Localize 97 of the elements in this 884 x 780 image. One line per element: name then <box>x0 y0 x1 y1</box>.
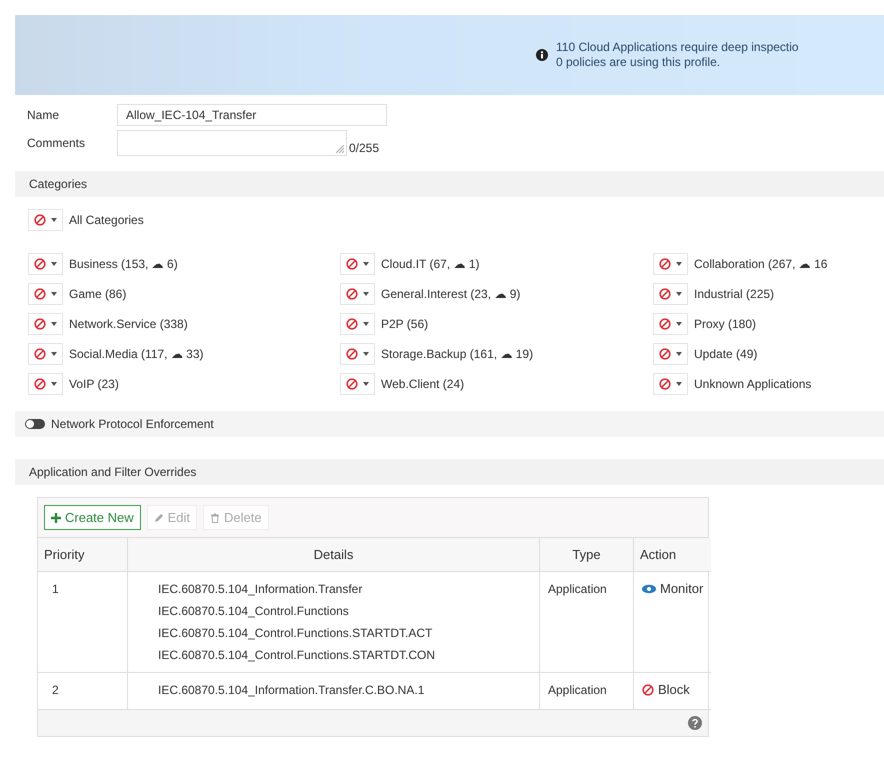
block-icon <box>659 318 671 330</box>
table-cell-text: IEC.60870.5.104_Information.Transfer.C.BO.NA.1 <box>158 682 426 699</box>
section-title: Application and Filter Overrides <box>29 465 196 479</box>
block-icon <box>34 214 46 226</box>
action-dropdown[interactable] <box>653 313 688 335</box>
category-label: Proxy (180) <box>694 317 756 331</box>
block-icon <box>642 684 654 696</box>
character-counter: 0/255 <box>349 141 380 155</box>
name-field[interactable]: Allow_IEC-104_Transfer <box>117 104 387 126</box>
field-label: Comments <box>27 136 86 150</box>
table-cell-text: IEC.60870.5.104_Information.Transfer <box>158 581 364 598</box>
caret-icon <box>363 322 369 326</box>
block-icon <box>34 258 46 270</box>
toggle-switch[interactable] <box>25 419 45 429</box>
action-dropdown[interactable] <box>340 253 375 275</box>
caret-icon <box>363 352 369 356</box>
table-cell: Application <box>540 572 634 673</box>
action-status: Monitor <box>642 578 704 600</box>
category-label: Social.Media (117, ☁ 33) <box>69 347 204 361</box>
caret-icon <box>51 382 57 386</box>
action-dropdown[interactable] <box>28 253 63 275</box>
block-icon <box>346 288 358 300</box>
plus-icon <box>51 512 61 522</box>
caret-icon <box>51 352 57 356</box>
block-icon <box>346 318 358 330</box>
category-label: Industrial (225) <box>694 287 774 301</box>
category-label: Unknown Applications <box>694 377 812 391</box>
column-header[interactable]: Priority <box>38 538 128 572</box>
category-label: Web.Client (24) <box>381 377 464 391</box>
category-label: Collaboration (267, ☁ 16 <box>694 257 828 271</box>
column-header[interactable]: Action <box>634 538 712 572</box>
caret-icon <box>363 292 369 296</box>
info-message: 110 Cloud Applications require deep inspectio <box>556 40 799 55</box>
help-icon[interactable] <box>688 716 702 730</box>
block-icon <box>346 258 358 270</box>
caret-icon <box>51 218 57 222</box>
block-icon <box>34 288 46 300</box>
action-dropdown[interactable] <box>653 253 688 275</box>
table-cell-text: IEC.60870.5.104_Control.Functions.STARTDT.ACT <box>158 625 434 642</box>
caret-icon <box>51 322 57 326</box>
action-dropdown[interactable] <box>28 209 63 231</box>
block-icon <box>659 348 671 360</box>
category-label: Business (153, ☁ 6) <box>69 257 178 271</box>
caret-icon <box>676 292 682 296</box>
action-dropdown[interactable] <box>340 343 375 365</box>
category-label: Cloud.IT (67, ☁ 1) <box>381 257 480 271</box>
action-dropdown[interactable] <box>28 373 63 395</box>
info-message: 0 policies are using this profile. <box>556 55 722 70</box>
block-icon <box>659 288 671 300</box>
action-dropdown[interactable] <box>340 313 375 335</box>
action-dropdown[interactable] <box>653 283 688 305</box>
action-dropdown[interactable] <box>28 313 63 335</box>
action-dropdown[interactable] <box>340 283 375 305</box>
category-label: Storage.Backup (161, ☁ 19) <box>381 347 534 361</box>
block-icon <box>346 378 358 390</box>
category-label: Network.Service (338) <box>69 317 188 331</box>
table-cell-text: IEC.60870.5.104_Control.Functions <box>158 603 350 620</box>
action-status: Block <box>642 679 690 701</box>
action-dropdown[interactable] <box>653 343 688 365</box>
caret-icon <box>676 262 682 266</box>
caret-icon <box>676 352 682 356</box>
section-title: Categories <box>29 177 88 191</box>
field-label: Name <box>27 108 60 122</box>
block-icon <box>34 348 46 360</box>
action-dropdown[interactable] <box>340 373 375 395</box>
pencil-icon <box>154 512 164 522</box>
category-label: General.Interest (23, ☁ 9) <box>381 287 520 301</box>
block-icon <box>34 318 46 330</box>
caret-icon <box>363 262 369 266</box>
table-cell-text: IEC.60870.5.104_Control.Functions.STARTDT.CON <box>158 647 436 664</box>
column-header[interactable]: Type <box>540 538 634 572</box>
block-icon <box>659 378 671 390</box>
block-icon <box>659 258 671 270</box>
category-label: Update (49) <box>694 347 758 361</box>
caret-icon <box>676 322 682 326</box>
action-dropdown[interactable] <box>653 373 688 395</box>
caret-icon <box>363 382 369 386</box>
caret-icon <box>51 262 57 266</box>
category-label: P2P (56) <box>381 317 428 331</box>
caret-icon <box>51 292 57 296</box>
eye-icon <box>642 584 656 594</box>
block-icon <box>34 378 46 390</box>
category-label: VoIP (23) <box>69 377 119 391</box>
action-dropdown[interactable] <box>28 343 63 365</box>
trash-icon <box>210 512 220 522</box>
action-dropdown[interactable] <box>28 283 63 305</box>
resize-grip-icon[interactable] <box>336 145 344 153</box>
info-icon <box>536 49 548 61</box>
toggle-label: Network Protocol Enforcement <box>51 417 214 431</box>
block-icon <box>346 348 358 360</box>
toolbar-button[interactable]: Create New <box>44 505 141 530</box>
category-label: All Categories <box>69 213 144 227</box>
column-header[interactable]: Details <box>128 538 540 572</box>
category-label: Game (86) <box>69 287 126 301</box>
table-cell: 1 <box>38 572 128 673</box>
comments-field[interactable] <box>117 130 347 156</box>
caret-icon <box>676 382 682 386</box>
